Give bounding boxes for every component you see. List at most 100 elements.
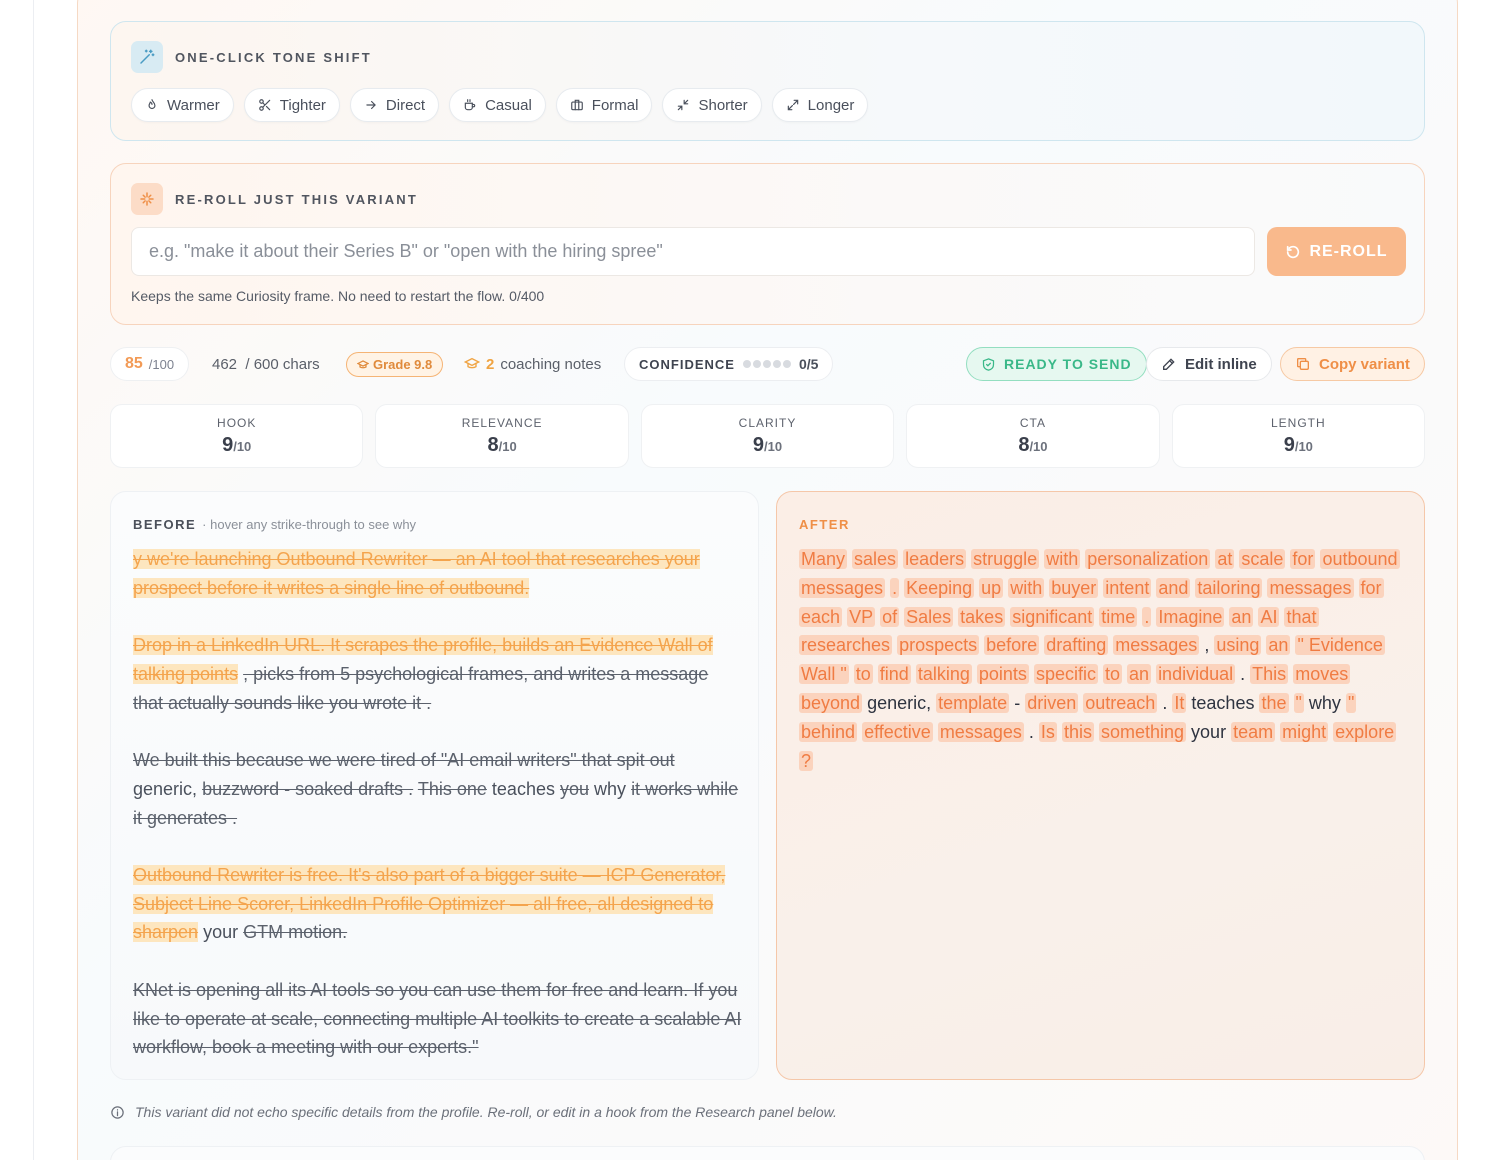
reroll-title: RE-ROLL JUST THIS VARIANT	[175, 191, 419, 207]
inserted-word: takes	[958, 606, 1006, 627]
inserted-word: researches	[799, 635, 893, 656]
confidence-dots	[742, 360, 791, 368]
copy-variant-button[interactable]: Copy variant	[1280, 347, 1425, 381]
inserted-word: behind	[799, 721, 858, 742]
metric-value: 8/10	[487, 433, 517, 456]
inserted-word: for	[1358, 577, 1384, 598]
inserted-word: buyer	[1049, 577, 1099, 598]
edit-inline-label: Edit inline	[1185, 355, 1257, 373]
char-count-max: / 600 chars	[245, 355, 320, 373]
coaching-notes[interactable]: 2 coaching notes	[450, 347, 615, 381]
pencil-icon	[1163, 358, 1175, 370]
grade-badge: Grade 9.8	[346, 352, 444, 377]
flame-icon	[148, 99, 156, 110]
copy-icon	[1297, 358, 1309, 370]
diff-paragraph: KNet is opening all its AI tools so you …	[133, 976, 743, 1062]
inserted-word: Wall "	[799, 664, 849, 685]
after-diff-text: Many sales leaders struggle with persona…	[799, 545, 1409, 775]
inserted-word: with	[1044, 549, 1081, 569]
inserted-word: messages	[1113, 635, 1200, 656]
reroll-button-label: RE-ROLL	[1309, 242, 1388, 260]
score-badge: 85 /100	[110, 347, 190, 381]
deleted-text[interactable]: you	[560, 779, 589, 799]
diff-paragraph: Drop in a LinkedIn URL. It scrapes the p…	[133, 631, 743, 717]
inserted-word: using	[1214, 635, 1262, 656]
inserted-word: messages	[1267, 577, 1354, 598]
tone-chip-label: Longer	[807, 96, 855, 114]
score-max: /100	[148, 356, 175, 372]
reroll-instruction-input[interactable]	[131, 227, 1255, 276]
tone-chip-formal[interactable]: Formal	[555, 88, 653, 122]
graduation-cap-icon	[464, 357, 480, 369]
inserted-word: Many	[799, 549, 848, 569]
reroll-header: RE-ROLL JUST THIS VARIANT	[131, 183, 418, 215]
inserted-word: struggle	[971, 549, 1040, 569]
inserted-word: might	[1280, 721, 1329, 742]
coaching-count: 2	[486, 355, 495, 373]
inserted-word: ?	[799, 750, 814, 771]
before-panel: BEFORE · hover any strike-through to see …	[110, 491, 759, 1080]
inserted-word: This	[1250, 664, 1289, 685]
kept-text: generic,	[133, 778, 198, 799]
score-value: 85	[125, 355, 143, 372]
confidence-dot	[762, 360, 771, 368]
inserted-word: team	[1231, 721, 1276, 742]
tone-chip-longer[interactable]: Longer	[771, 88, 869, 122]
tone-chip-tighter[interactable]: Tighter	[243, 88, 340, 122]
tone-chip-direct[interactable]: Direct	[349, 88, 440, 122]
deleted-text[interactable]: We built this because we were tired of "…	[133, 750, 675, 770]
refresh-icon	[1287, 245, 1300, 258]
kept-text: teaches	[491, 778, 555, 799]
inserted-word: an	[1229, 606, 1254, 627]
arrow-right-icon	[366, 100, 376, 110]
metric-label: CLARITY	[738, 415, 797, 430]
inserted-word: for	[1290, 549, 1316, 569]
inserted-word: driven	[1025, 692, 1079, 713]
expand-icon	[787, 99, 798, 111]
inserted-word: tailoring	[1195, 577, 1263, 598]
inserted-word: scale	[1239, 549, 1286, 569]
inserted-word: points	[976, 664, 1029, 685]
inserted-word: Imagine	[1156, 606, 1225, 627]
tone-chip-shorter[interactable]: Shorter	[662, 88, 762, 122]
inserted-word: at	[1215, 549, 1235, 569]
reroll-card: RE-ROLL JUST THIS VARIANT RE-ROLL Keeps …	[110, 163, 1425, 325]
info-icon	[111, 1105, 124, 1119]
reroll-button[interactable]: RE-ROLL	[1267, 227, 1406, 276]
grade-label: Grade 9.8	[373, 357, 433, 372]
inserted-word: an	[1266, 635, 1291, 656]
inserted-word: AI	[1258, 606, 1280, 627]
inserted-word: moves	[1293, 664, 1351, 685]
kept-word: your	[1191, 721, 1227, 742]
shield-check-icon	[982, 357, 995, 371]
inserted-word: up	[979, 577, 1004, 598]
metric-hook: HOOK 9/10	[110, 404, 364, 468]
inserted-word: that	[1284, 606, 1319, 627]
metric-label: LENGTH	[1270, 415, 1326, 430]
score-breakdown: HOOK 9/10 RELEVANCE 8/10 CLARITY 9/10 CT…	[110, 404, 1426, 468]
inserted-word: and	[1156, 577, 1191, 598]
inserted-word: "	[1293, 692, 1304, 713]
graduation-cap-icon	[357, 359, 369, 368]
before-header: BEFORE · hover any strike-through to see …	[133, 517, 416, 532]
after-title: AFTER	[799, 517, 850, 532]
deleted-text[interactable]: buzzword - soaked drafts .	[202, 779, 413, 799]
tone-chip-casual[interactable]: Casual	[449, 88, 546, 122]
inserted-word: " Evidence	[1295, 635, 1385, 656]
tone-chip-label: Warmer	[167, 96, 220, 114]
deleted-text[interactable]: GTM motion.	[243, 922, 347, 942]
deleted-highlight[interactable]: y we're launching Outbound Rewriter — an…	[133, 549, 700, 598]
kept-word: ,	[1204, 635, 1210, 656]
deleted-text[interactable]: This one	[418, 779, 487, 799]
metric-relevance: RELEVANCE 8/10	[375, 404, 629, 468]
scissors-icon	[258, 99, 271, 111]
deleted-text[interactable]: KNet is opening all its AI tools so you …	[133, 980, 741, 1058]
before-subtitle: · hover any strike-through to see why	[202, 517, 417, 532]
inserted-word: time	[1099, 606, 1138, 627]
kept-word: generic,	[867, 692, 932, 713]
kept-word: .	[1240, 664, 1246, 685]
inserted-word: talking	[915, 664, 972, 685]
edit-inline-button[interactable]: Edit inline	[1146, 347, 1272, 381]
tone-chip-warmer[interactable]: Warmer	[131, 88, 234, 122]
metric-label: HOOK	[217, 415, 257, 430]
